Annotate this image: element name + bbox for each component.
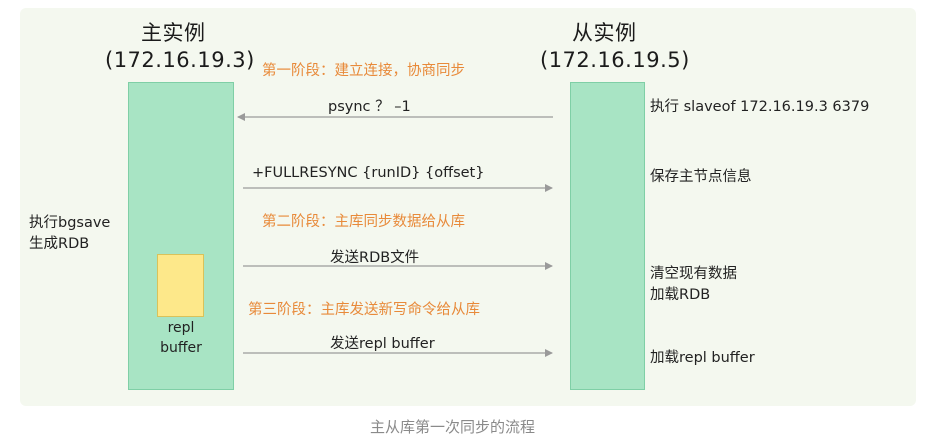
arrows-layer	[237, 113, 553, 357]
figure-caption: 主从库第一次同步的流程	[370, 418, 536, 436]
